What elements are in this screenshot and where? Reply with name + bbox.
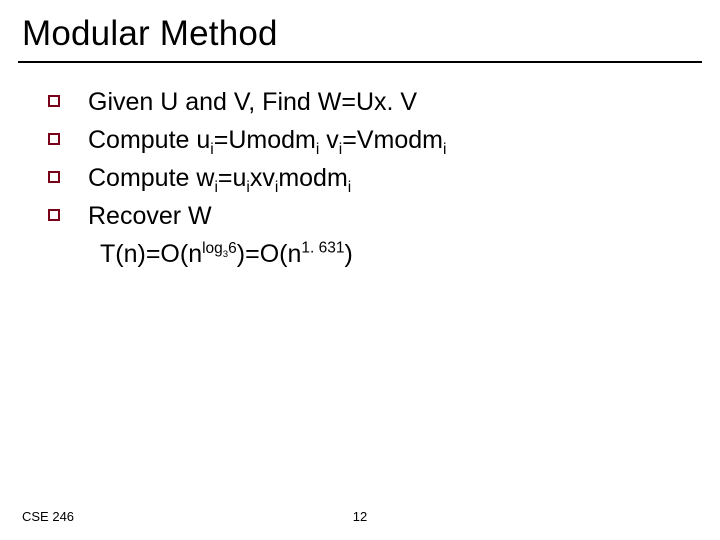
complexity-line: T(n)=O(nlog36)=O(n1. 631) [100, 236, 690, 272]
list-item: Compute ui=Umodmi vi=Vmodmi [48, 122, 690, 158]
bullet-text: Recover W [88, 198, 212, 234]
title-underline [18, 61, 702, 63]
footer-page-number: 12 [0, 509, 720, 524]
slide: Modular Method Given U and V, Find W=Ux.… [0, 0, 720, 540]
bullet-text: Compute wi=uixvimodmi [88, 160, 351, 196]
square-bullet-icon [48, 171, 60, 183]
bullet-text: Given U and V, Find W=Ux. V [88, 84, 417, 120]
square-bullet-icon [48, 133, 60, 145]
slide-content: Given U and V, Find W=Ux. V Compute ui=U… [48, 84, 690, 272]
list-item: Given U and V, Find W=Ux. V [48, 84, 690, 120]
list-item: Recover W [48, 198, 690, 234]
square-bullet-icon [48, 95, 60, 107]
bullet-text: Compute ui=Umodmi vi=Vmodmi [88, 122, 446, 158]
square-bullet-icon [48, 209, 60, 221]
slide-title: Modular Method [22, 14, 278, 54]
list-item: Compute wi=uixvimodmi [48, 160, 690, 196]
